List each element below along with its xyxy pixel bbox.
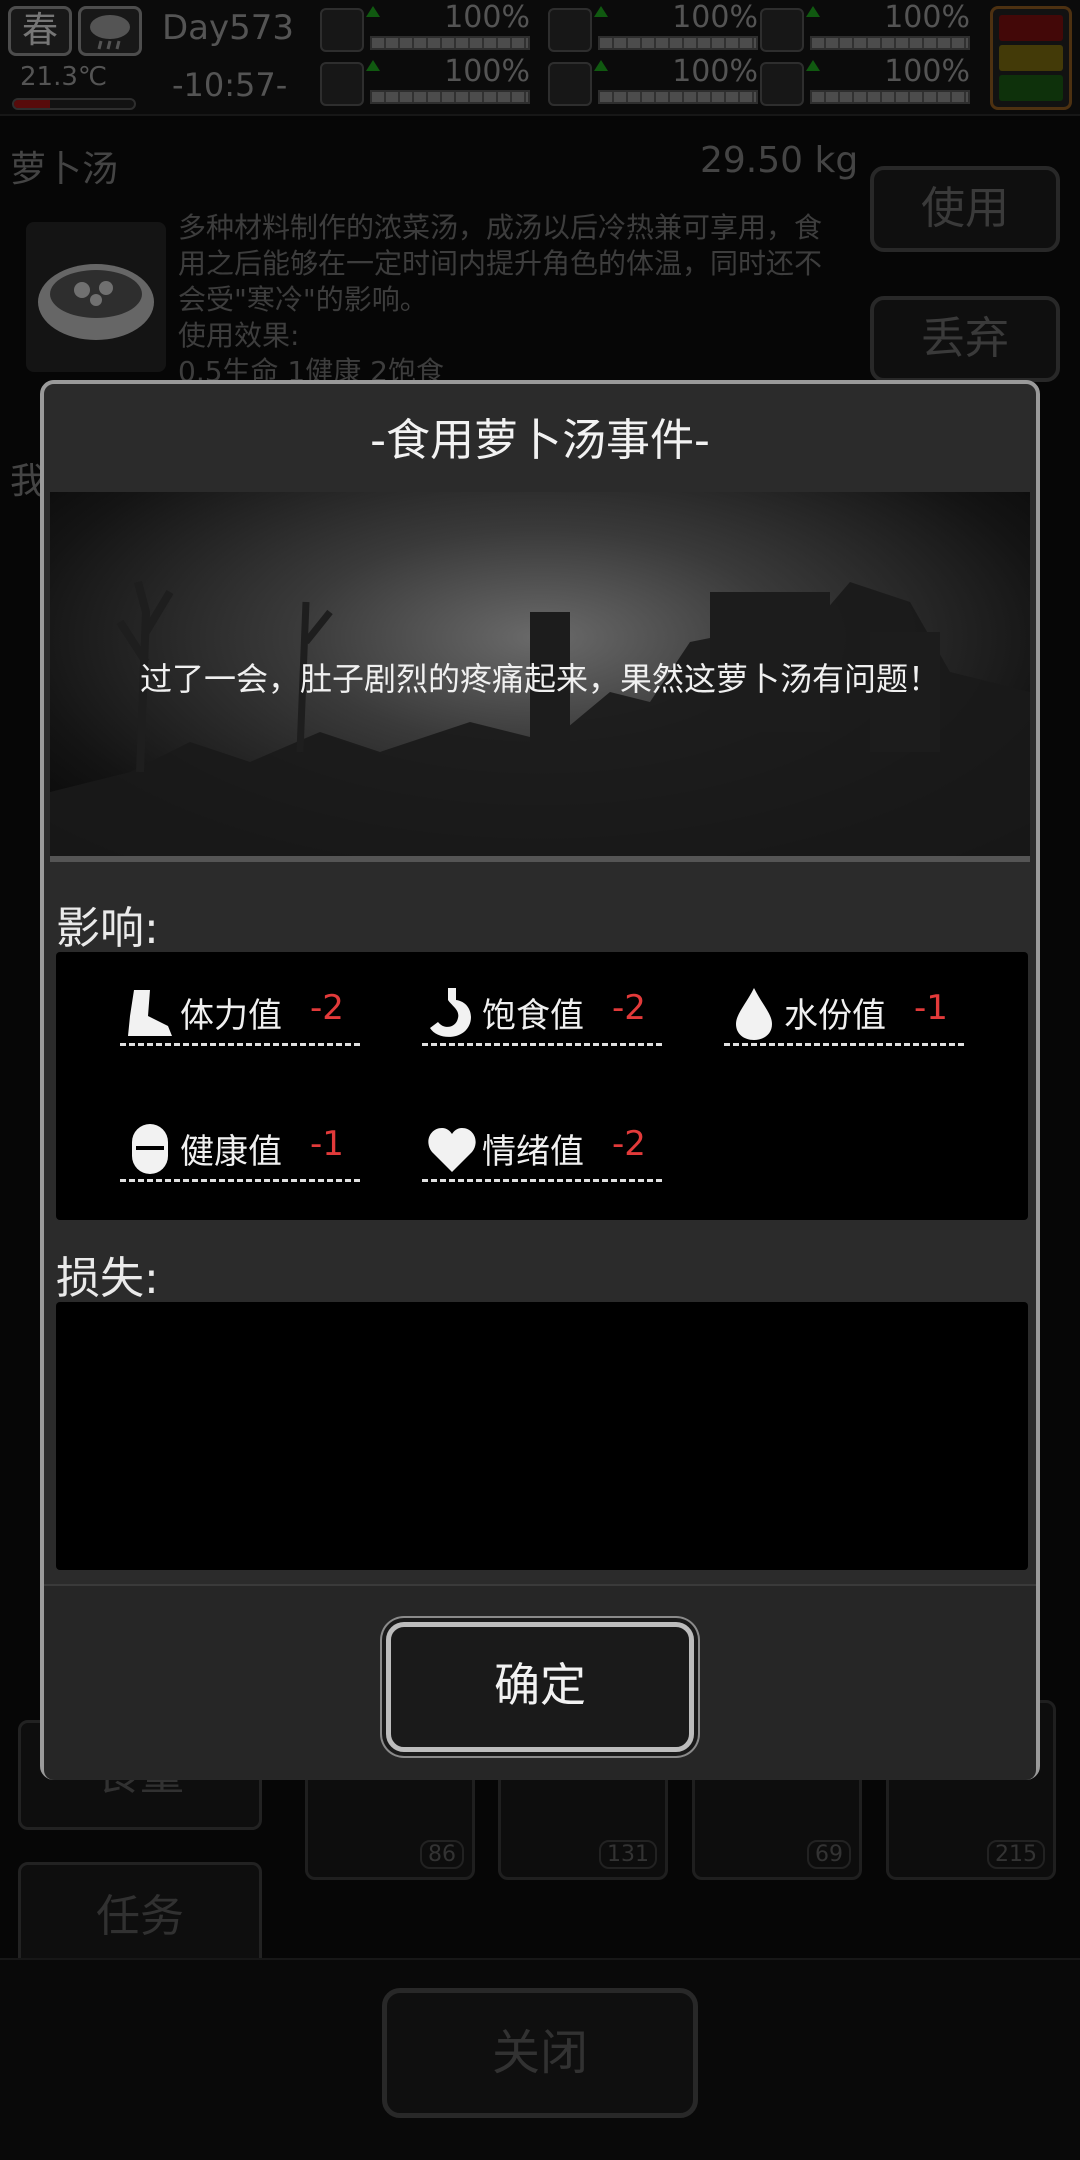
event-description: 过了一会，肚子剧烈的疼痛起来，果然这萝卜汤有问题！ — [139, 660, 940, 698]
event-dialog: -食用萝卜汤事件- 过了一会，肚子剧烈的疼痛起来，果然这萝卜汤有问题！ 影响: … — [40, 380, 1040, 1780]
effects-panel: 体力值 -2 饱食值 -2 水份值 -1 健康值 -1 情绪值 -2 — [56, 952, 1028, 1220]
pill-icon — [124, 1122, 176, 1176]
confirm-button[interactable]: 确定 — [386, 1622, 694, 1752]
heart-icon — [426, 1122, 478, 1176]
event-scene-image: 过了一会，肚子剧烈的疼痛起来，果然这萝卜汤有问题！ — [50, 492, 1030, 862]
boot-icon — [124, 986, 176, 1040]
effects-heading: 影响: — [56, 903, 159, 954]
losses-panel — [56, 1302, 1028, 1570]
effect-satiety: 饱食值 -2 — [422, 982, 662, 1046]
water-drop-icon — [728, 986, 780, 1040]
effect-stamina: 体力值 -2 — [120, 982, 360, 1046]
effect-health: 健康值 -1 — [120, 1118, 360, 1182]
dialog-title: -食用萝卜汤事件- — [370, 415, 710, 466]
stomach-icon — [426, 986, 478, 1040]
losses-heading: 损失: — [56, 1253, 159, 1304]
effect-mood: 情绪值 -2 — [422, 1118, 662, 1182]
effect-hydration: 水份值 -1 — [724, 982, 964, 1046]
